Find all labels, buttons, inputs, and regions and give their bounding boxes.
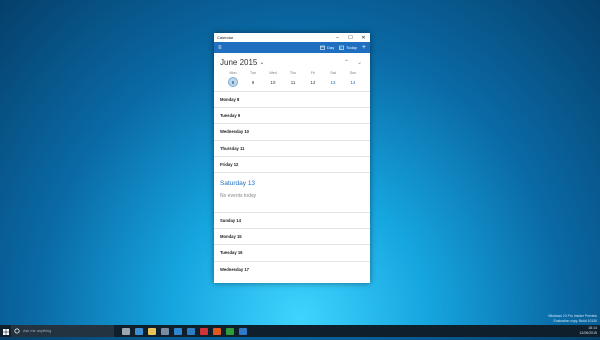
desktop: { "window": { "title": "Calendar", "cont… <box>0 0 600 337</box>
day-number[interactable]: 8 <box>228 77 238 87</box>
day-number[interactable]: 13 <box>328 77 338 87</box>
day-number[interactable]: 14 <box>348 77 358 87</box>
day-number[interactable]: 12 <box>308 77 318 87</box>
day-number[interactable]: 10 <box>268 77 278 87</box>
mail-icon[interactable] <box>174 327 182 335</box>
maximize-button[interactable]: ☐ <box>344 33 357 42</box>
selected-day-section[interactable]: Saturday 13 No events today <box>214 171 370 212</box>
chevron-down-icon[interactable]: ⌄ <box>259 59 264 66</box>
agenda-day-row[interactable]: Tuesday 16 <box>214 244 370 260</box>
onenote-icon[interactable] <box>200 327 208 335</box>
agenda-day-row[interactable]: Wednesday 10 <box>214 123 370 139</box>
agenda-day-row[interactable]: Tuesday 9 <box>214 107 370 123</box>
windows-logo-icon <box>2 322 9 340</box>
calendar-day-icon <box>320 45 325 51</box>
agenda-day-row[interactable]: Monday 8 <box>214 91 370 107</box>
day-column[interactable]: Fri 12 <box>308 71 318 87</box>
hamburger-icon[interactable]: ≡ <box>218 45 222 51</box>
clock-date: 12/06/2015 <box>579 331 597 335</box>
day-number[interactable]: 11 <box>288 77 298 87</box>
agenda-day-row[interactable]: Wednesday 17 <box>214 260 370 277</box>
window-title: Calendar <box>217 35 234 40</box>
today-button[interactable]: Today <box>339 45 357 51</box>
selected-day-heading: Saturday 13 <box>220 179 256 187</box>
week-strip: Mon 8 Tue 9 Wed 10 Thu 11 Fri 12 Sat 13 Sun 14 <box>214 71 370 87</box>
task-view-icon[interactable] <box>122 327 130 335</box>
store-icon[interactable] <box>161 327 169 335</box>
file-explorer-icon[interactable] <box>148 327 156 335</box>
day-column[interactable]: Tue 9 <box>248 71 258 87</box>
next-week-button[interactable]: ⌄ <box>357 59 362 66</box>
system-tray[interactable]: 18:14 12/06/2015 <box>579 326 597 336</box>
today-icon <box>339 45 345 51</box>
agenda-list: Monday 8 Tuesday 9 Wednesday 10 Thursday 11… <box>214 91 370 277</box>
day-column[interactable]: Sun 14 <box>348 71 358 87</box>
today-label: Today <box>346 45 357 50</box>
watermark: Windows 10 Pro Insider Preview Evaluatio… <box>548 314 597 323</box>
search-placeholder: Ask me anything <box>23 329 52 333</box>
month-header: June 2015 ⌄ ⌃ ⌄ <box>214 53 370 71</box>
edge-icon[interactable] <box>135 327 143 335</box>
day-label: Day <box>327 45 335 50</box>
close-button[interactable]: ✕ <box>357 33 370 42</box>
day-number[interactable]: 9 <box>248 77 258 87</box>
app-bar: ≡ Day Today + <box>214 42 370 53</box>
day-view-button[interactable]: Day <box>320 45 334 51</box>
day-column[interactable]: Sat 13 <box>328 71 338 87</box>
start-button[interactable] <box>0 322 11 340</box>
cortana-search-box[interactable]: Ask me anything <box>11 325 114 337</box>
day-column[interactable]: Thu 11 <box>288 71 298 87</box>
agenda-day-row[interactable]: Friday 12 <box>214 155 370 172</box>
watermark-line-1: Windows 10 Pro Insider Preview <box>548 314 597 318</box>
office-icon[interactable] <box>213 327 221 335</box>
day-column[interactable]: Wed 10 <box>268 71 278 87</box>
minimize-button[interactable]: – <box>331 33 344 42</box>
calendar-window: Calendar – ☐ ✕ ≡ Day Today + June 2015 ⌄… <box>214 33 370 283</box>
day-column[interactable]: Mon 8 <box>228 71 238 87</box>
agenda-day-row[interactable]: Thursday 11 <box>214 139 370 156</box>
add-event-button[interactable]: + <box>362 44 366 51</box>
watermark-line-2: Evaluation copy. Build 10130 <box>553 318 597 323</box>
calendar-app-icon[interactable] <box>239 327 247 335</box>
month-label[interactable]: June 2015 <box>220 58 257 67</box>
no-events-text: No events today <box>220 192 257 199</box>
title-bar[interactable]: Calendar – ☐ ✕ <box>214 33 370 42</box>
agenda-day-row[interactable]: Monday 15 <box>214 228 370 244</box>
taskbar: Ask me anything 18:14 12/06/2015 <box>0 325 600 337</box>
agenda-day-row[interactable]: Sunday 14 <box>214 211 370 228</box>
previous-week-button[interactable]: ⌃ <box>344 59 349 66</box>
xbox-icon[interactable] <box>226 327 234 335</box>
photos-icon[interactable] <box>187 327 195 335</box>
search-circle-icon <box>14 327 20 335</box>
